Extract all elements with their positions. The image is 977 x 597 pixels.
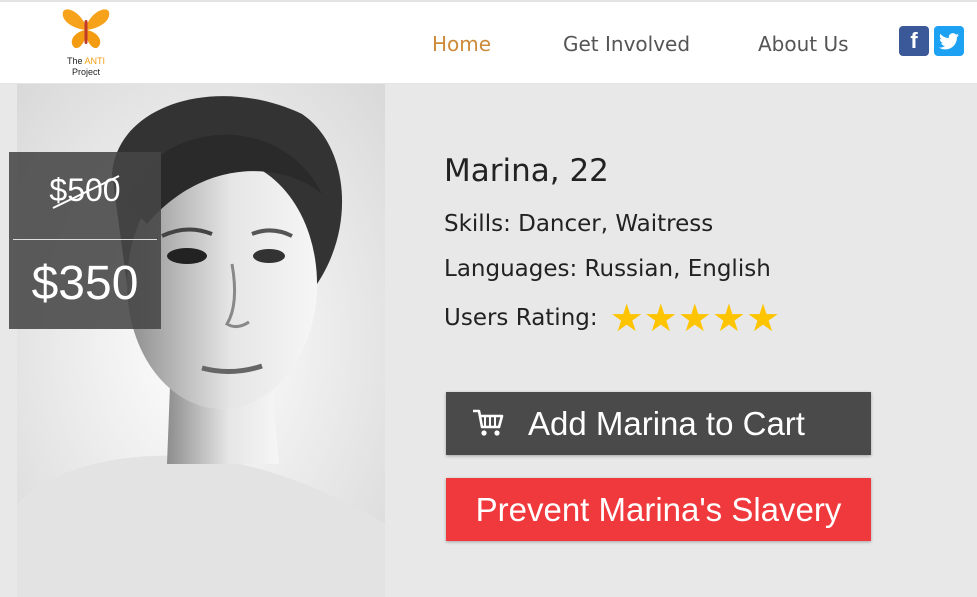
price-box: $500 $350: [9, 152, 161, 329]
star-icon: ★: [711, 296, 746, 340]
profile-languages: Languages: Russian, English: [444, 256, 771, 282]
strikethrough-line: [52, 175, 120, 209]
price-divider: [13, 239, 157, 240]
twitter-bird-icon: [939, 32, 959, 49]
shopping-cart-icon: [473, 409, 504, 436]
facebook-icon[interactable]: f: [899, 26, 929, 56]
profile-skills: Skills: Dancer, Waitress: [444, 211, 714, 237]
star-icon: ★: [745, 296, 781, 340]
facebook-glyph: f: [910, 28, 918, 53]
logo-text: The ANTI Project: [66, 56, 106, 77]
profile-name: Marina, 22: [444, 153, 609, 189]
add-to-cart-label: Add Marina to Cart: [528, 405, 805, 442]
user-rating: Users Rating: ★ ★ ★ ★ ★: [444, 296, 781, 340]
add-to-cart-button[interactable]: Add Marina to Cart: [446, 392, 871, 455]
star-icon: ★: [609, 296, 644, 340]
nav-about-us[interactable]: About Us: [758, 32, 849, 56]
nav-home[interactable]: Home: [432, 32, 491, 56]
nav-get-involved[interactable]: Get Involved: [563, 32, 690, 56]
new-price: $350: [31, 257, 139, 310]
twitter-icon[interactable]: [934, 26, 964, 56]
star-icon: ★: [677, 296, 712, 340]
logo[interactable]: The ANTI Project: [55, 6, 117, 82]
top-header: The ANTI Project Home Get Involved About…: [0, 0, 977, 84]
prevent-slavery-button[interactable]: Prevent Marina's Slavery: [446, 478, 871, 541]
star-icon: ★: [643, 296, 678, 340]
rating-label: Users Rating:: [444, 305, 598, 331]
butterfly-logo-icon: [62, 9, 110, 49]
rating-stars: ★ ★ ★ ★ ★: [609, 296, 781, 340]
